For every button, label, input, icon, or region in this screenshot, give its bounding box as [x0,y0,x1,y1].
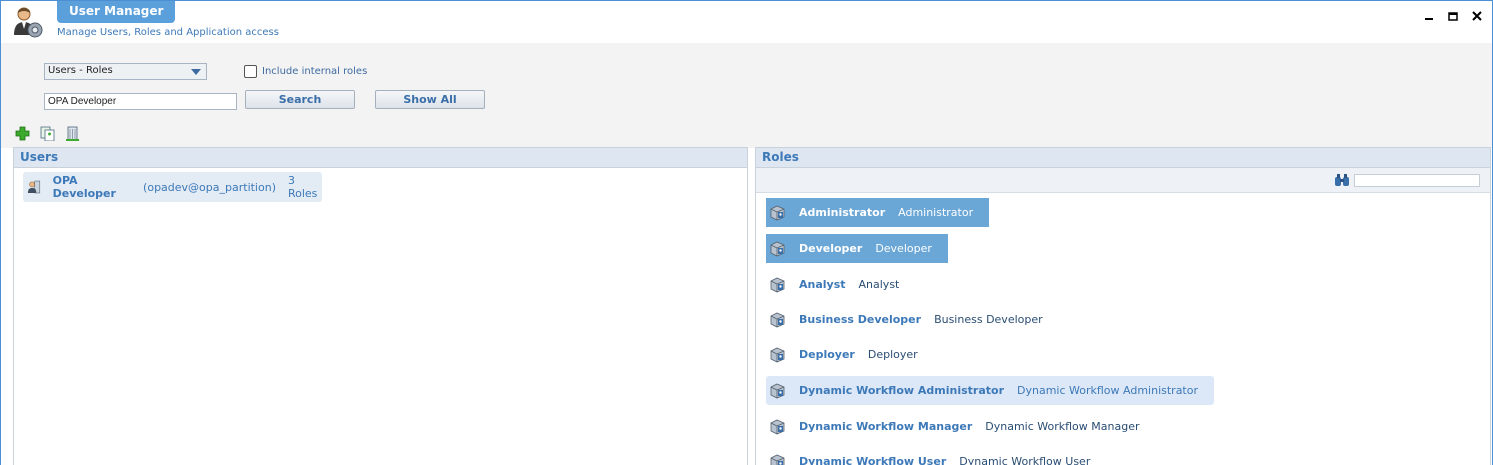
role-description: Analyst [858,278,900,291]
role-row[interactable]: Analyst Analyst [766,270,915,299]
minimize-button[interactable] [1422,9,1436,23]
role-row[interactable]: Dynamic Workflow User Dynamic Workflow Us… [766,447,1106,465]
role-name[interactable]: Business Developer [799,313,921,326]
include-internal-label: Include internal roles [262,66,368,77]
role-row[interactable]: Business Developer Business Developer [766,305,1059,334]
role-description: Developer [875,242,932,255]
view-select-value: Users - Roles [48,65,113,76]
role-description: Business Developer [934,313,1043,326]
maximize-icon [1448,12,1458,21]
user-icon [27,180,41,194]
role-row[interactable]: Administrator Administrator [766,198,990,227]
window-title: User Manager [57,1,176,23]
include-internal-checkbox[interactable] [244,65,257,78]
role-name[interactable]: Deployer [799,348,855,361]
role-icon [770,347,785,363]
building-icon[interactable] [65,126,80,141]
role-name[interactable]: Administrator [799,206,885,219]
window-subtitle: Manage Users, Roles and Application acce… [57,27,279,38]
toolbar [15,126,80,141]
window-controls [1422,9,1484,23]
user-manager-window: User Manager Manage Users, Roles and App… [0,0,1493,465]
maximize-button[interactable] [1446,9,1460,23]
view-select[interactable]: Users - Roles [44,63,207,80]
role-icon [770,205,785,221]
role-name[interactable]: Dynamic Workflow Administrator [799,384,1004,397]
close-button[interactable] [1470,9,1484,23]
role-icon [770,454,785,465]
role-row[interactable]: Deployer Deployer [766,340,934,369]
role-description: Deployer [867,348,918,361]
role-icon [770,383,785,399]
add-icon[interactable] [15,126,30,141]
filter-area: Users - Roles Include internal roles Sea… [1,43,1492,148]
user-id: (opadev@opa_partition) [143,180,276,194]
role-name[interactable]: Analyst [799,278,846,291]
role-row[interactable]: Developer Developer [766,234,948,263]
users-panel-title: Users [14,148,747,168]
roles-filter-input[interactable] [1354,174,1480,187]
role-description: Dynamic Workflow Manager [985,420,1140,433]
roles-panel-title: Roles [756,148,1490,168]
role-description: Dynamic Workflow Administrator [1017,384,1199,397]
role-description: Administrator [898,206,974,219]
copy-icon[interactable] [40,126,55,141]
role-icon [770,241,785,257]
user-settings-icon [14,7,43,38]
role-name[interactable]: Dynamic Workflow User [799,455,946,465]
role-row[interactable]: Dynamic Workflow Manager Dynamic Workflow… [766,412,1156,441]
minimize-icon [1425,18,1433,20]
role-description: Dynamic Workflow User [959,455,1091,465]
window-header: User Manager Manage Users, Roles and App… [1,1,1492,43]
search-button[interactable]: Search [245,90,355,109]
role-name[interactable]: Dynamic Workflow Manager [799,420,972,433]
role-name[interactable]: Developer [799,242,862,255]
user-name[interactable]: OPA Developer [53,174,131,200]
role-row[interactable]: Dynamic Workflow Administrator Dynamic Wo… [766,376,1215,405]
user-role-count[interactable]: 3 Roles [288,174,322,200]
search-input[interactable] [44,93,237,110]
show-all-button[interactable]: Show All [375,90,485,109]
roles-filter-bar [756,168,1490,193]
include-internal-roles[interactable]: Include internal roles [244,65,367,78]
roles-panel: Roles Administrator Administrator Develope… [755,147,1491,465]
chevron-down-icon [191,69,201,75]
role-icon [770,312,785,328]
users-panel: Users OPA Developer (opadev@opa_partitio… [13,147,748,465]
user-row[interactable]: OPA Developer (opadev@opa_partition) 3 R… [23,172,322,202]
role-icon [770,419,785,435]
binoculars-icon[interactable] [1334,173,1350,187]
role-icon [770,277,785,293]
close-icon [1472,11,1482,21]
